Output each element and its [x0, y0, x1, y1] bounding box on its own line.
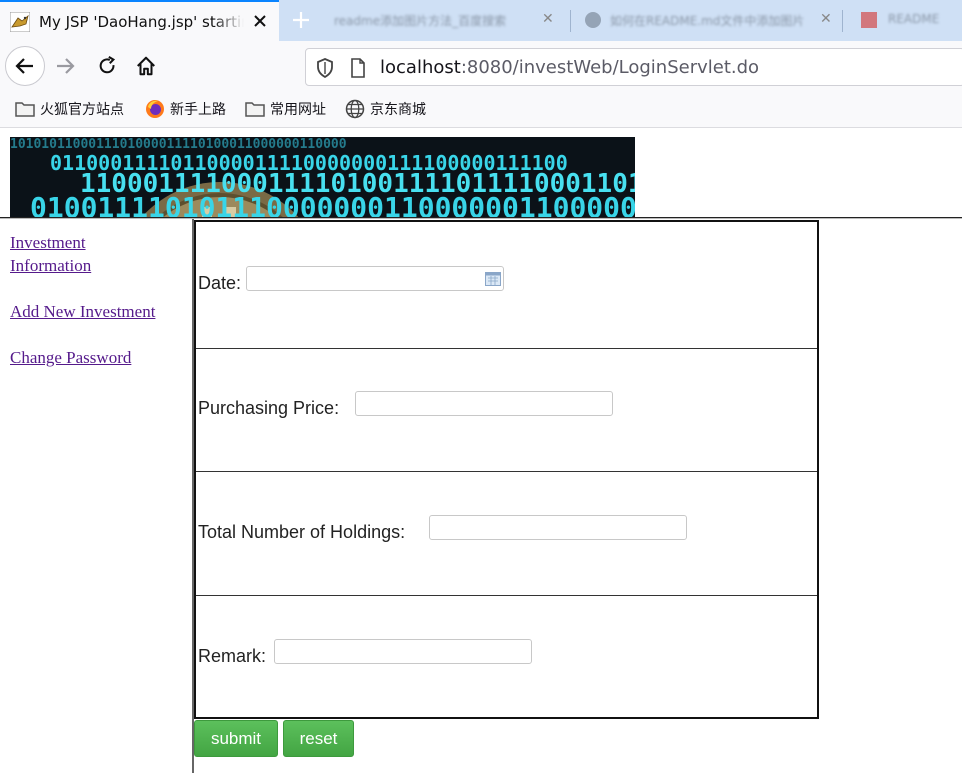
sidebar-link-change-password[interactable]: Change Password [10, 346, 131, 369]
bookmark-item[interactable]: 京东商城 [345, 99, 426, 119]
horizontal-divider [0, 217, 962, 219]
arrow-right-icon [57, 58, 75, 74]
date-label: Date: [198, 273, 242, 293]
investment-form-table: Date: Purchasing Price: Total Number of … [194, 220, 819, 719]
url-text[interactable]: localhost:8080/investWeb/LoginServlet.do [380, 57, 759, 78]
bookmark-label: 京东商城 [370, 102, 426, 118]
purchasing-price-input[interactable] [355, 391, 613, 416]
remark-label: Remark: [198, 646, 267, 666]
close-tab-icon[interactable]: ✕ [820, 11, 832, 27]
firefox-icon [146, 100, 164, 118]
banner-digits: 0100111101011100000001100000011000000110… [30, 191, 635, 217]
row-divider [196, 471, 817, 472]
row-divider [196, 595, 817, 596]
page-icon[interactable] [350, 58, 366, 78]
document-red-icon [861, 12, 877, 28]
tab-title: 如何在README.md文件中添加图片 [610, 14, 805, 28]
arrow-left-icon [15, 58, 33, 74]
url-host: localhost [380, 57, 461, 78]
remark-input[interactable] [274, 639, 532, 664]
forward-button[interactable] [52, 53, 78, 79]
reload-button[interactable] [94, 53, 120, 79]
tab-bar: My JSP 'DaoHang.jsp' starting page readm… [0, 0, 962, 41]
bookmark-label: 新手上路 [170, 102, 226, 118]
tab-separator [842, 10, 843, 32]
bookmark-item[interactable]: 常用网址 [245, 99, 326, 119]
bookmark-item[interactable]: 火狐官方站点 [15, 99, 124, 119]
banner-digits: 1010101100011101000011110100011000000110… [10, 137, 347, 152]
tab-background-1[interactable]: readme添加图片方法_百度搜索 ✕ [318, 0, 568, 41]
home-icon [137, 56, 155, 76]
calendar-icon[interactable] [485, 271, 501, 286]
home-button[interactable] [133, 53, 159, 79]
tab-title: My JSP 'DaoHang.jsp' starting page [39, 13, 244, 31]
bookmark-label: 常用网址 [270, 102, 326, 118]
globe-icon [345, 99, 365, 119]
github-icon [585, 12, 601, 28]
back-button[interactable] [5, 46, 45, 86]
tab-separator [570, 10, 571, 32]
sidebar-link-add-new-investment[interactable]: Add New Investment [10, 300, 155, 323]
date-input[interactable] [246, 266, 504, 291]
new-tab-plus-icon[interactable] [289, 8, 313, 32]
total-holdings-input[interactable] [429, 515, 687, 540]
tab-title: readme添加图片方法_百度搜索 [334, 14, 507, 28]
tab-title: README [888, 12, 940, 26]
reset-button[interactable]: reset [283, 720, 354, 757]
folder-icon [15, 102, 35, 117]
purchasing-price-label: Purchasing Price: [198, 398, 340, 418]
bookmarks-toolbar: 火狐官方站点 新手上路 常用网址 京东商城 [0, 91, 962, 128]
row-divider [196, 348, 817, 349]
tab-background-2[interactable]: 如何在README.md文件中添加图片 ✕ [578, 0, 838, 41]
close-tab-icon[interactable] [250, 11, 270, 31]
banner-image: 1010101100011101000011110100011000000110… [10, 137, 635, 217]
close-tab-icon[interactable]: ✕ [542, 11, 554, 27]
submit-button[interactable]: submit [194, 720, 278, 757]
tab-background-3[interactable]: README [852, 0, 962, 41]
bookmark-label: 火狐官方站点 [40, 102, 124, 118]
tomcat-favicon-icon [10, 12, 30, 32]
url-path: :8080/investWeb/LoginServlet.do [460, 57, 760, 78]
tab-active[interactable]: My JSP 'DaoHang.jsp' starting page [0, 0, 279, 41]
navigation-toolbar: localhost:8080/investWeb/LoginServlet.do [0, 41, 962, 91]
bookmark-item[interactable]: 新手上路 [145, 99, 226, 119]
page-content: 1010101100011101000011110100011000000110… [0, 128, 962, 773]
sidebar-link-investment-information[interactable]: Investment Information [10, 231, 160, 277]
address-bar[interactable]: localhost:8080/investWeb/LoginServlet.do [305, 48, 962, 86]
total-holdings-label: Total Number of Holdings: [198, 522, 406, 542]
folder-icon [245, 102, 265, 117]
reload-icon [99, 55, 116, 74]
shield-icon[interactable] [316, 58, 334, 78]
